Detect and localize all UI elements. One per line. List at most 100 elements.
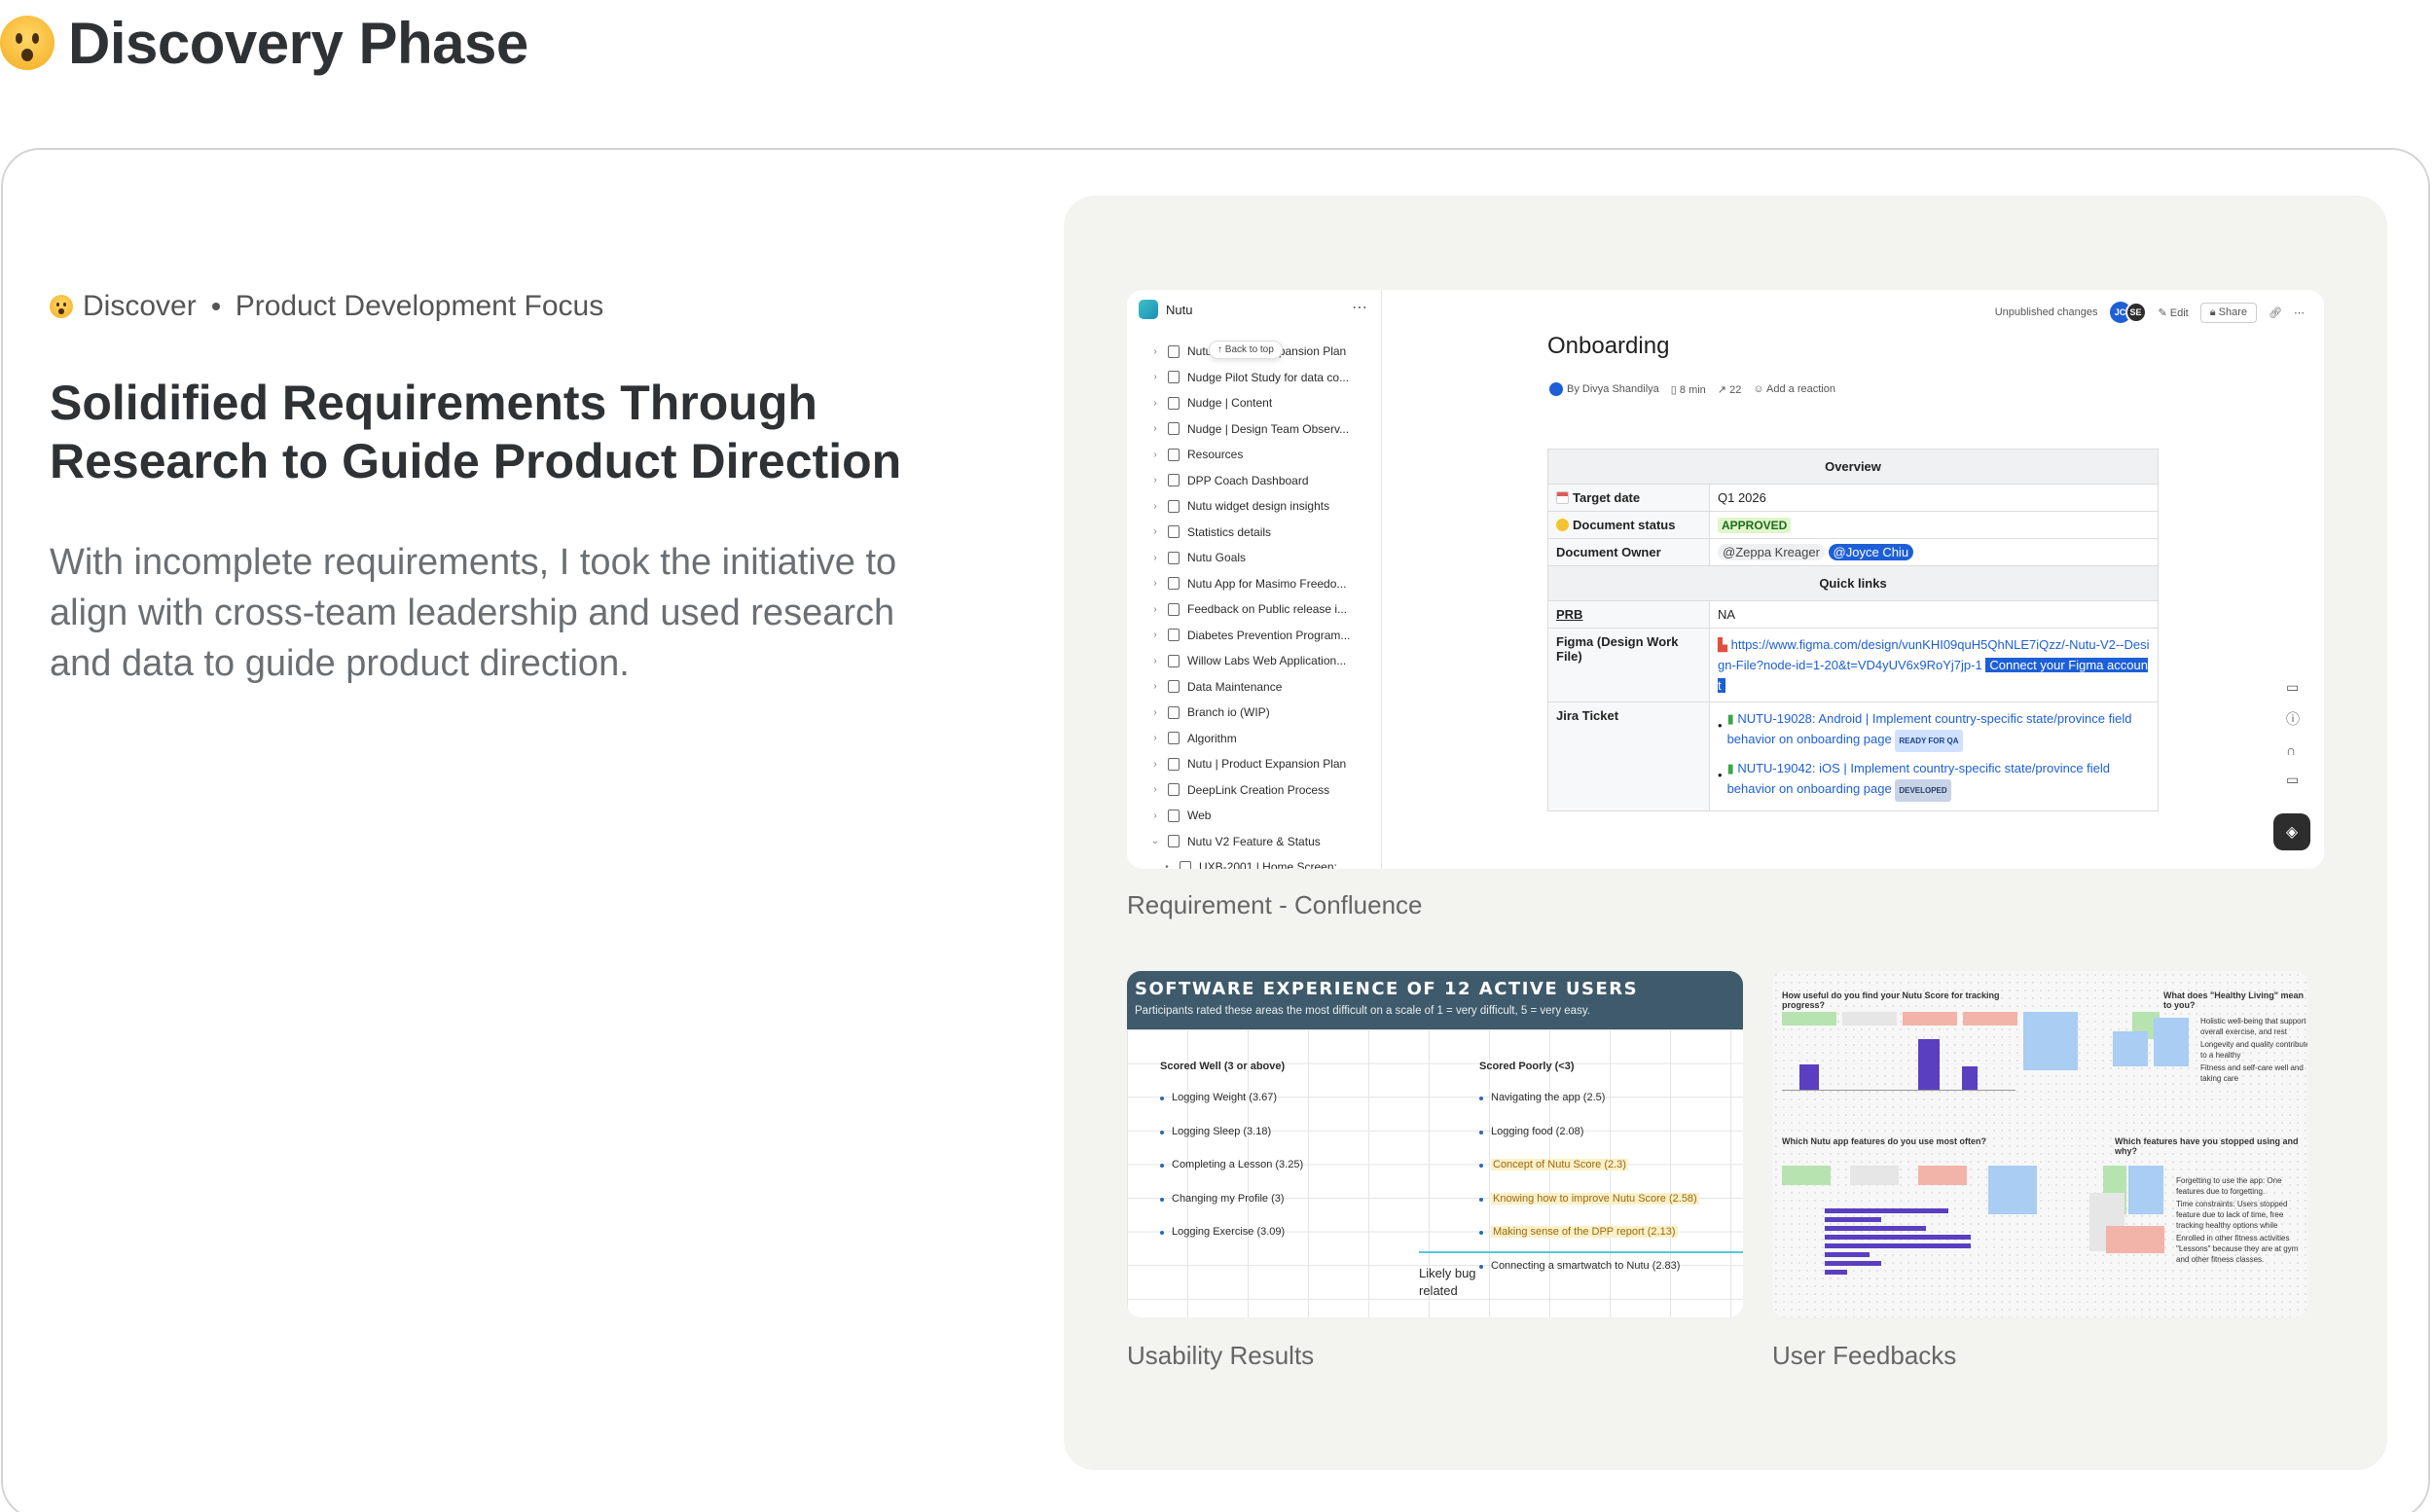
- space-logo-icon: [1139, 300, 1158, 319]
- yellow-circle-icon: [1556, 519, 1569, 531]
- sticky-note: [2154, 1018, 2189, 1066]
- tree-item[interactable]: › Willow Labs Web Application...: [1150, 648, 1374, 674]
- list-item-text: Logging Exercise (3.09): [1172, 1226, 1286, 1239]
- chevron-right-icon: ›: [1153, 810, 1157, 821]
- share-button: 🔒︎ Share: [2199, 302, 2258, 323]
- tree-item[interactable]: › Feedback on Public release i...: [1150, 596, 1374, 623]
- bullet-icon: [1160, 1164, 1164, 1169]
- list-item: Logging Weight (3.67): [1160, 1092, 1303, 1126]
- chevron-right-icon: ›: [1153, 733, 1157, 744]
- bullet-icon: [1160, 1130, 1164, 1134]
- target-date-label: Target date: [1547, 484, 1710, 512]
- healthy-living-bullets: Holistic well-being that support overall…: [2200, 1016, 2307, 1086]
- question: How useful do you find your Nutu Score f…: [1782, 990, 2000, 1010]
- tree-item-label: Branch io (WIP): [1187, 705, 1270, 720]
- user-feedback-image[interactable]: How useful do you find your Nutu Score f…: [1772, 971, 2307, 1317]
- chevron-right-icon: ›: [1153, 423, 1157, 435]
- tree-item-label: Nutu Goals: [1187, 551, 1247, 565]
- tree-item[interactable]: › Diabetes Prevention Program...: [1150, 623, 1374, 649]
- chevron-right-icon: ›: [1153, 758, 1157, 770]
- list-item-text: Concept of Nutu Score (2.3): [1491, 1159, 1628, 1171]
- bullet-icon: [1160, 1197, 1164, 1202]
- tree-item-label: Statistics details: [1187, 524, 1272, 539]
- caption-feedback: User Feedbacks: [1772, 1341, 1957, 1370]
- byline: By Divya Shandilya ▯ 8 min ↗ 22 ☺ Add a …: [1549, 382, 1835, 396]
- tree-item[interactable]: › Nutu | Product Expansion Plan: [1150, 751, 1374, 777]
- list-item: Logging Exercise (3.09): [1160, 1226, 1303, 1260]
- tree-item-label: Nudge | Design Team Observ...: [1187, 421, 1350, 436]
- tree-item[interactable]: › DeepLink Creation Process: [1150, 777, 1374, 804]
- bullet-icon: •: [1165, 861, 1169, 869]
- tree-item[interactable]: › Nudge | Design Team Observ...: [1150, 416, 1374, 443]
- comment-icon: ▭: [2286, 679, 2300, 695]
- bullet-icon: [1479, 1130, 1483, 1134]
- tree-item[interactable]: › Nudge Pilot Study for data co...: [1150, 365, 1374, 391]
- bookmark-icon: ▮: [1726, 761, 1738, 775]
- list-item: Making sense of the DPP report (2.13): [1479, 1226, 1699, 1260]
- bullet-text: Holistic well-being that support overall…: [2200, 1017, 2306, 1036]
- confluence-screenshot[interactable]: Nutu ⋯ › Nutu | Product Expansion Plan › Nu…: [1127, 290, 2324, 869]
- read-time-value: 8 min: [1679, 383, 1706, 396]
- list-item-text: Completing a Lesson (3.25): [1172, 1159, 1304, 1171]
- scored-well-column: Scored Well (3 or above) Logging Weight …: [1160, 1061, 1303, 1260]
- figma-cell: ▙ https://www.figma.com/design/vunKHI09q…: [1709, 628, 2159, 702]
- caption-confluence: Requirement - Confluence: [1127, 890, 1423, 919]
- quick-links-heading: Quick links: [1547, 565, 2159, 601]
- jira-item-body: ▮ NUTU-19028: Android | Implement countr…: [1727, 708, 2150, 752]
- jira-cell: • ▮ NUTU-19028: Android | Implement coun…: [1709, 702, 2159, 811]
- link-icon: 🔗︎: [2269, 306, 2282, 319]
- status-badge: READY FOR QA: [1895, 730, 1963, 752]
- page-icon: [1168, 577, 1180, 591]
- list-item: Navigating the app (2.5): [1479, 1092, 1699, 1126]
- chart-bar: [1962, 1066, 1978, 1090]
- content-card: Discover Product Development Focus Solid…: [1, 148, 2430, 1512]
- bullet-icon: [1479, 1231, 1483, 1236]
- bullet-text: Forgetting to use the app: One features …: [2176, 1176, 2282, 1196]
- tree-item-label: UXB-2001 | Home Screen:: [1199, 860, 1337, 869]
- sticky-note: [1963, 1012, 2017, 1026]
- bullet-icon: [1479, 1097, 1483, 1100]
- figma-label: Figma (Design Work File): [1547, 628, 1710, 702]
- book-icon: ▯: [1670, 383, 1680, 396]
- tree-item[interactable]: › Algorithm: [1150, 726, 1374, 752]
- tree-item[interactable]: › Nutu widget design insights: [1150, 493, 1374, 520]
- list-item: Logging food (2.08): [1479, 1126, 1699, 1160]
- bullet-text: Longevity and quality contribute to a he…: [2200, 1040, 2307, 1060]
- tree-item[interactable]: › DPP Coach Dashboard: [1150, 468, 1374, 494]
- tree-item[interactable]: › Nutu Goals: [1150, 545, 1374, 571]
- chevron-right-icon: ›: [1153, 500, 1157, 512]
- space-header: Nutu: [1139, 300, 1192, 319]
- page-title: Discovery Phase: [0, 4, 528, 82]
- tree-item[interactable]: › Branch io (WIP): [1150, 700, 1374, 726]
- tree-item[interactable]: • UXB-2001 | Home Screen:: [1150, 854, 1374, 869]
- sticky-note: [2128, 1166, 2163, 1214]
- bullet: •: [1718, 768, 1723, 782]
- usability-results-image[interactable]: SOFTWARE EXPERIENCE OF 12 ACTIVE USERS P…: [1127, 971, 1743, 1317]
- list-item: Knowing how to improve Nutu Score (2.58): [1479, 1192, 1699, 1227]
- tree-item[interactable]: › Resources: [1150, 442, 1374, 468]
- more-icon: ⋯: [2294, 306, 2305, 319]
- page-icon: [1168, 809, 1180, 822]
- list-item: Completing a Lesson (3.25): [1160, 1159, 1303, 1193]
- chevron-right-icon: ›: [1153, 706, 1157, 718]
- tree-item[interactable]: › Nudge | Content: [1150, 390, 1374, 416]
- tree-item[interactable]: › Data Maintenance: [1150, 674, 1374, 701]
- question: Which features have you stopped using an…: [2115, 1136, 2299, 1156]
- sticky-note: [1850, 1166, 1899, 1185]
- more-icon: ⋯: [1352, 300, 1367, 316]
- bullet-text: Time constraints: Users stopped feature …: [2176, 1200, 2288, 1230]
- prb-value: NA: [1709, 600, 2159, 629]
- edit-button: ✎ Edit: [2159, 306, 2189, 319]
- tree-item[interactable]: › Nutu App for Masimo Freedo...: [1150, 571, 1374, 597]
- page-icon: [1168, 705, 1180, 719]
- tree-item-label: DeepLink Creation Process: [1187, 782, 1330, 797]
- calendar-icon: [1556, 491, 1569, 504]
- tree-item-label: Willow Labs Web Application...: [1187, 654, 1347, 668]
- overview-heading: Overview: [1547, 449, 2159, 485]
- tree-item[interactable]: › Web: [1150, 803, 1374, 829]
- tree-item[interactable]: › Statistics details: [1150, 520, 1374, 546]
- tree-item[interactable]: ⌄ Nutu V2 Feature & Status: [1150, 829, 1374, 855]
- chart-axis: [1782, 1090, 2015, 1091]
- section-headline: Solidified Requirements Through Research…: [50, 376, 902, 488]
- page-tree: › Nutu | Product Expansion Plan › Nudge Pil…: [1150, 339, 1374, 869]
